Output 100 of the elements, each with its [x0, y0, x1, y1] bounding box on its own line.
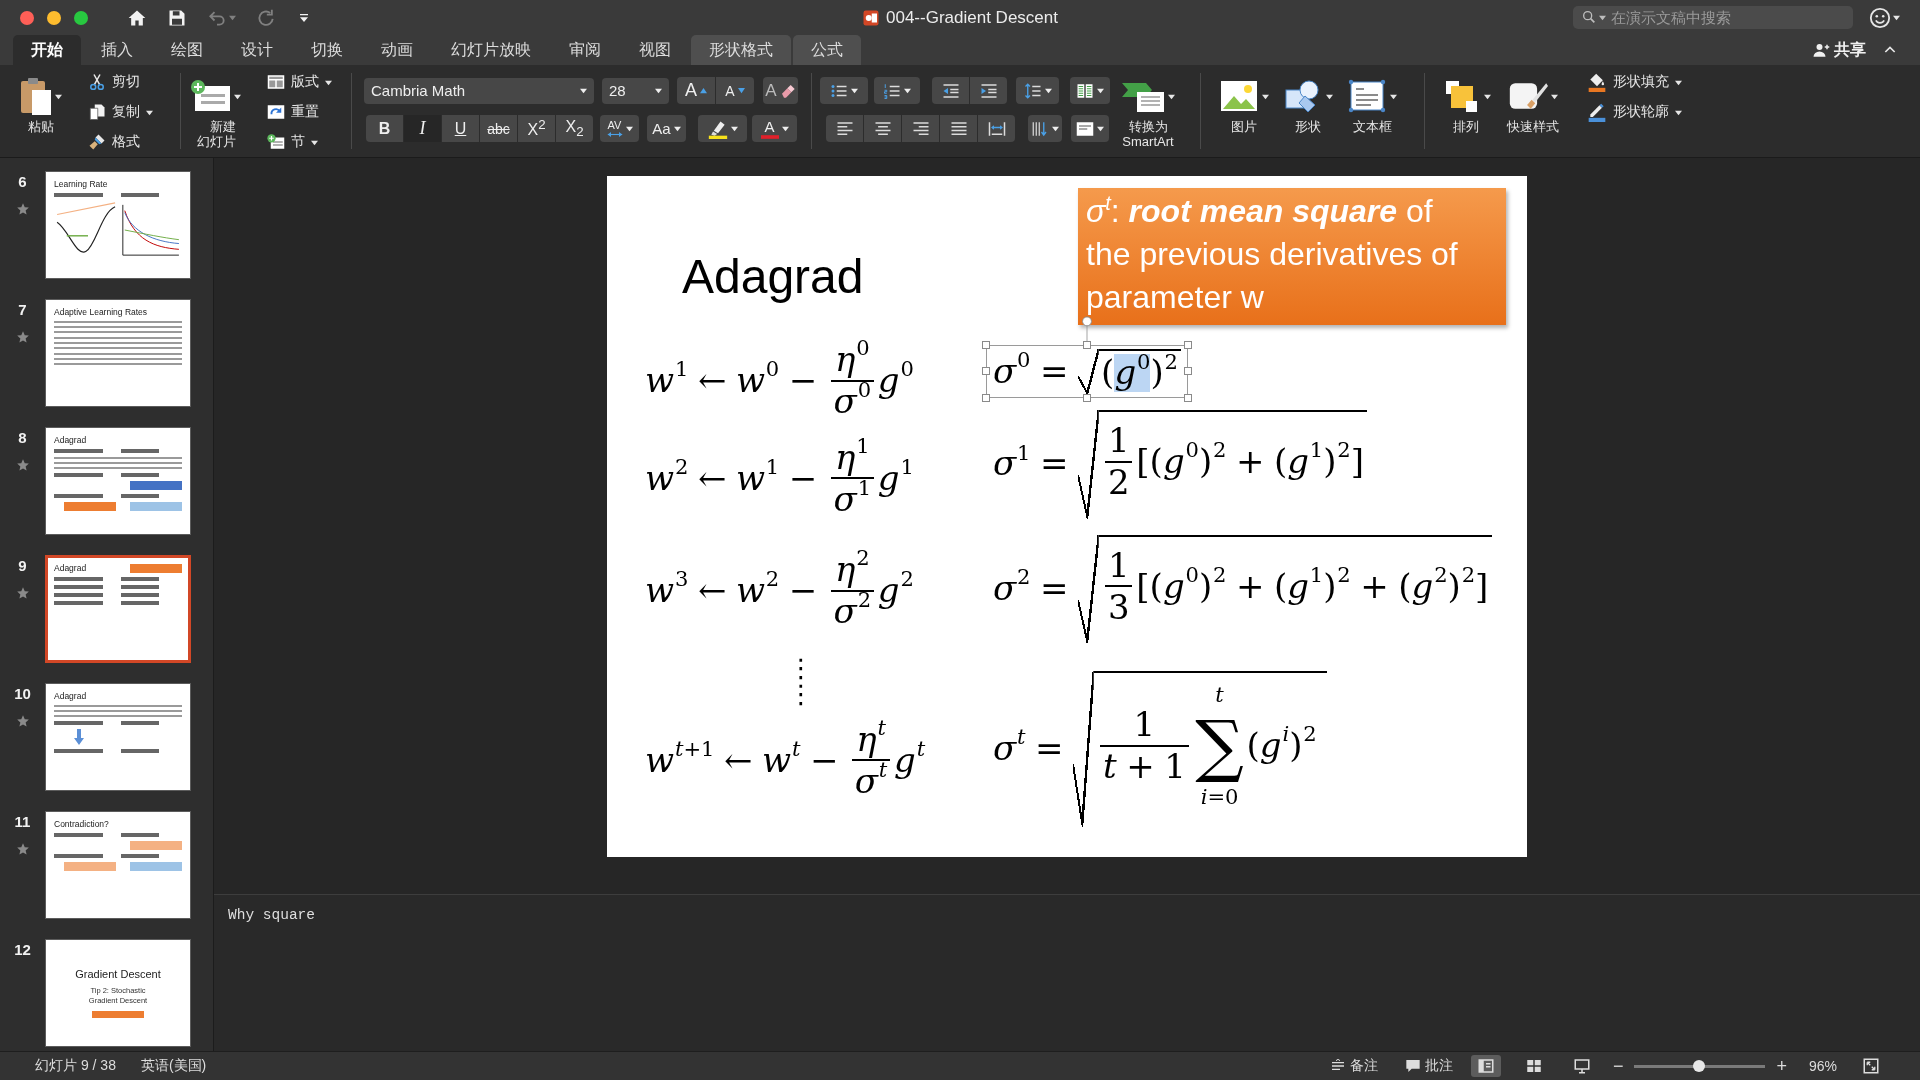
align-center-button[interactable]	[864, 115, 901, 142]
align-text-button[interactable]	[1071, 115, 1109, 142]
cut-button[interactable]: 剪切	[84, 69, 157, 95]
zoom-button[interactable]	[74, 10, 88, 25]
text-box-button[interactable]: 文本框	[1345, 73, 1399, 134]
numbering-button[interactable]	[874, 77, 920, 104]
text-direction-button[interactable]	[1028, 115, 1062, 142]
ribbon-tab[interactable]: 切换	[293, 35, 361, 65]
resize-handle[interactable]	[982, 393, 990, 402]
grow-font-button[interactable]: A	[677, 77, 715, 104]
reset-button[interactable]: 重置	[263, 99, 336, 125]
resize-handle[interactable]	[982, 367, 990, 376]
line-spacing-button[interactable]	[1016, 77, 1059, 104]
fit-to-window-button[interactable]	[1862, 1057, 1880, 1075]
two-way-arrow-icon	[606, 132, 623, 137]
ribbon-tab[interactable]: 设计	[223, 35, 291, 65]
ribbon-tab[interactable]: 视图	[621, 35, 689, 65]
decrease-indent-button[interactable]	[932, 77, 969, 104]
clear-formatting-button[interactable]: A	[763, 77, 798, 104]
zoom-out-button[interactable]: −	[1610, 1055, 1626, 1077]
caret-icon	[673, 125, 681, 132]
shape-button[interactable]: 形状	[1281, 73, 1335, 134]
shrink-font-button[interactable]: A	[716, 77, 754, 104]
shape-outline-button[interactable]: 形状轮廓	[1583, 99, 1686, 125]
slide-thumbnail[interactable]: Contradiction?	[45, 811, 191, 919]
align-left-button[interactable]	[826, 115, 863, 142]
distribute-button[interactable]	[978, 115, 1015, 142]
formula: σ$^{0}$ = (g$^{0}$)$^{2}$	[993, 349, 1181, 394]
close-button[interactable]	[20, 10, 34, 25]
slide-thumbnail[interactable]: Adagrad	[45, 683, 191, 791]
text-box-icon	[1347, 79, 1387, 113]
ribbon-tab[interactable]: 公式	[793, 35, 861, 65]
callout-box: σ$^{t}$: root mean square of the previous derivatives of parameter w	[1078, 188, 1506, 325]
resize-handle[interactable]	[1183, 341, 1192, 349]
ribbon-tab[interactable]: 动画	[363, 35, 431, 65]
shape-fill-button[interactable]: 形状填充	[1583, 69, 1686, 95]
font-name-dropdown[interactable]: Cambria Math	[364, 77, 594, 104]
font-color-button[interactable]: A	[752, 115, 797, 142]
thumbnail-title: Adagrad	[54, 691, 87, 701]
caret-icon	[781, 125, 789, 132]
underline-button[interactable]: U	[442, 115, 479, 142]
indent-icon	[979, 81, 998, 100]
comments-button[interactable]: 批注	[1404, 1057, 1453, 1075]
change-case-button[interactable]: Aa	[647, 115, 686, 142]
minimize-button[interactable]	[47, 10, 61, 25]
thumbnail-title: Contradiction?	[54, 819, 109, 829]
language-indicator[interactable]: 英语(美国)	[140, 1057, 207, 1075]
resize-handle[interactable]	[1183, 393, 1192, 402]
search-field[interactable]: 在演示文稿中搜索	[1573, 6, 1853, 29]
slider-thumb[interactable]	[1692, 1060, 1705, 1072]
ribbon-tab[interactable]: 开始	[13, 35, 81, 65]
ribbon-tab[interactable]: 审阅	[551, 35, 619, 65]
italic-button[interactable]: I	[404, 115, 441, 142]
ribbon-tab[interactable]: 绘图	[153, 35, 221, 65]
slide-thumbnail[interactable]: Adagrad	[45, 555, 191, 663]
convert-to-smartart-button[interactable]: 转换为SmartArt	[1116, 73, 1180, 149]
selection-frame[interactable]: σ$^{0}$ = (g$^{0}$)$^{2}$	[986, 345, 1188, 398]
bold-button[interactable]: B	[366, 115, 403, 142]
ribbon-tab[interactable]: 插入	[83, 35, 151, 65]
notes-button[interactable]: 备注	[1329, 1057, 1378, 1075]
columns-button[interactable]	[1070, 77, 1110, 104]
resize-handle[interactable]	[982, 341, 990, 349]
format-painter-button[interactable]: 格式	[84, 129, 157, 155]
picture-button[interactable]: 图片	[1217, 73, 1271, 134]
share-button[interactable]: 共享	[1804, 35, 1874, 65]
ribbon-tab[interactable]: 形状格式	[691, 35, 791, 65]
font-size-dropdown[interactable]: 28	[602, 77, 669, 104]
increase-indent-button[interactable]	[970, 77, 1007, 104]
superscript-button[interactable]: X$^{2}$	[518, 115, 555, 142]
section-button[interactable]: 节	[263, 129, 336, 155]
subscript-button[interactable]: X$_{2}$	[556, 115, 593, 142]
layout-button[interactable]: 版式	[263, 69, 336, 95]
caret-icon	[55, 92, 62, 100]
ribbon-tab[interactable]: 幻灯片放映	[433, 35, 549, 65]
slide-title: Adagrad	[682, 249, 864, 305]
new-slide-button[interactable]: 新建幻灯片	[189, 73, 243, 149]
resize-handle[interactable]	[1082, 393, 1091, 402]
highlight-color-button[interactable]	[698, 115, 747, 142]
caret-icon	[1326, 92, 1333, 100]
resize-handle[interactable]	[1183, 367, 1192, 376]
columns-icon	[1076, 81, 1094, 100]
paste-button[interactable]: 粘贴	[18, 73, 64, 134]
slide-thumbnail[interactable]: Adagrad	[45, 427, 191, 535]
slide-thumbnail[interactable]: Learning Rate	[45, 171, 191, 279]
slide-thumbnail[interactable]: Adaptive Learning Rates	[45, 299, 191, 407]
strikethrough-button[interactable]: abc	[480, 115, 517, 142]
feedback-button[interactable]	[1869, 6, 1900, 29]
justify-button[interactable]	[940, 115, 977, 142]
resize-handle[interactable]	[1082, 341, 1091, 349]
bullets-button[interactable]	[820, 77, 868, 104]
rotate-handle[interactable]	[1080, 316, 1093, 341]
character-spacing-button[interactable]: AV	[600, 115, 639, 142]
normal-view-button[interactable]	[1470, 1055, 1501, 1077]
quick-styles-button[interactable]: 快速样式	[1505, 73, 1561, 134]
comment-icon	[1404, 1058, 1421, 1074]
zoom-in-button[interactable]: +	[1774, 1055, 1789, 1077]
speaker-notes-text[interactable]: Why square	[228, 907, 315, 923]
copy-button[interactable]: 复制	[84, 99, 157, 125]
align-right-button[interactable]	[902, 115, 939, 142]
arrange-button[interactable]: 排列	[1439, 73, 1493, 134]
